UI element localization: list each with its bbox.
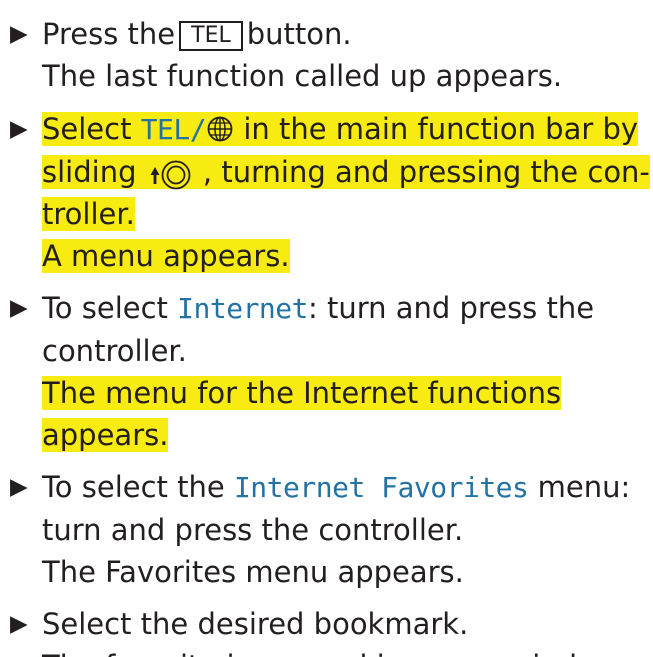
internet-favorites-menu-label: Internet Favorites xyxy=(233,471,529,504)
step-2-instruction-line-2: sliding , turning and pressing the con- xyxy=(42,155,650,190)
step-2-instruction-line-1: Select TEL/ in the main function bar by xyxy=(42,112,639,146)
step-3-result-line-2: appears. xyxy=(42,418,169,452)
tel-button-label: TEL xyxy=(179,21,243,51)
step-4: ▶ To select the Internet Favorites menu:… xyxy=(0,466,653,593)
instruction-steps: ▶ Press the TEL button. The last function … xyxy=(0,0,653,657)
step-5: ▶ Select the desired bookmark. The favor… xyxy=(0,603,653,657)
step-arrow-icon: ▶ xyxy=(10,21,28,47)
step-2-instruction-line-3: troller. xyxy=(42,197,135,231)
step-3-result-line-1: The menu for the Internet functions xyxy=(42,376,562,410)
tel-menu-label: TEL/ xyxy=(140,113,207,146)
step-4-instruction-line-1: To select the Internet Favorites menu: xyxy=(42,470,631,504)
step-arrow-icon: ▶ xyxy=(10,116,28,142)
step-5-instruction: Select the desired bookmark. xyxy=(42,607,469,641)
step-3-instruction-line-2: controller. xyxy=(42,334,187,368)
globe-icon xyxy=(207,116,233,142)
slide-up-arrow-icon xyxy=(150,167,160,184)
step-arrow-icon: ▶ xyxy=(10,474,28,500)
step-arrow-icon: ▶ xyxy=(10,295,28,321)
step-1-result: The last function called up appears. xyxy=(42,59,563,93)
controller-dial-icon xyxy=(161,160,191,190)
step-3: ▶ To select Internet: turn and press the… xyxy=(0,287,653,456)
step-1-instruction: Press the TEL button. xyxy=(42,17,352,51)
step-2-result: A menu appears. xyxy=(42,239,290,273)
internet-menu-label: Internet xyxy=(177,292,308,325)
step-5-result: The favorite is opened in a new window. xyxy=(42,645,653,657)
step-3-instruction-line-1: To select Internet: turn and press the xyxy=(42,291,595,325)
step-2: ▶ Select TEL/ in the main function bar b… xyxy=(0,108,653,277)
step-1: ▶ Press the TEL button. The last function … xyxy=(0,13,653,97)
step-4-instruction-line-2: turn and press the controller. xyxy=(42,513,464,547)
step-arrow-icon: ▶ xyxy=(10,611,28,637)
step-4-result: The Favorites menu appears. xyxy=(42,555,464,589)
